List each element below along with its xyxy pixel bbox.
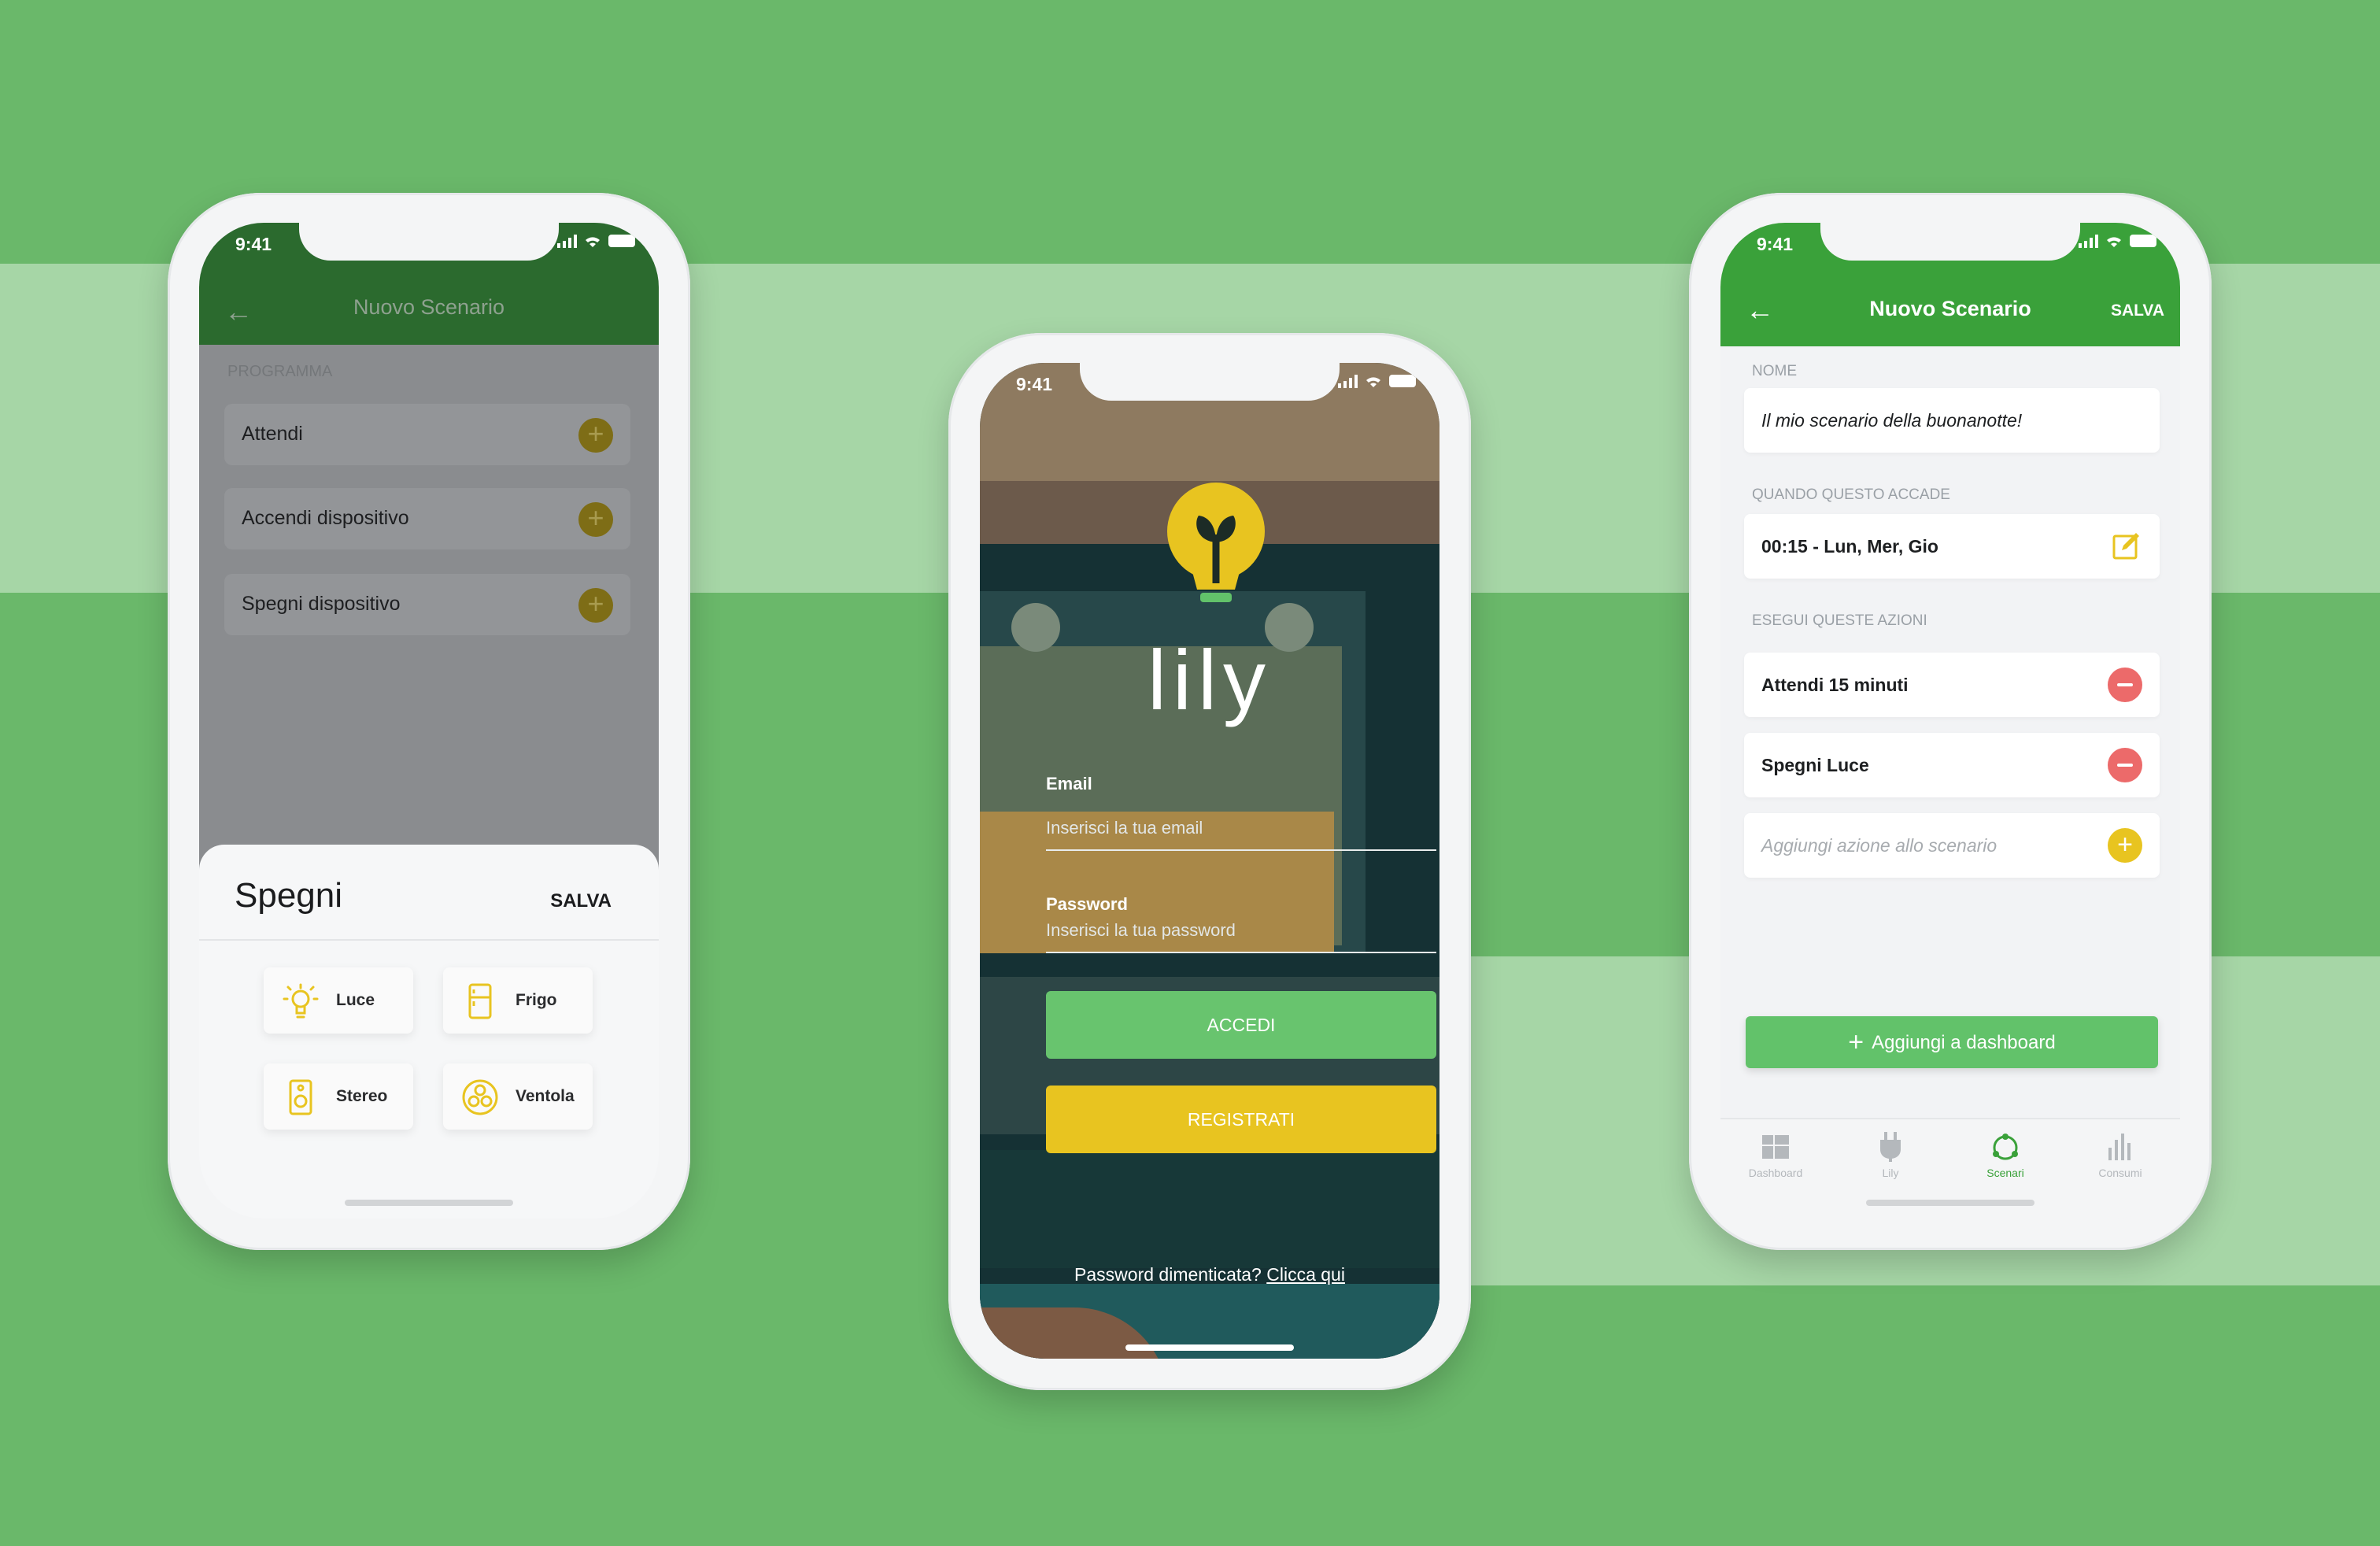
phone-screen: 9:41 ← Nuovo Scenario PROGRAMMA Attendi … — [199, 223, 659, 1219]
device-frigo[interactable]: Frigo — [443, 967, 593, 1034]
signal-icon — [1338, 374, 1358, 388]
program-row-attendi[interactable]: Attendi + — [224, 404, 630, 465]
battery-icon — [1389, 375, 1416, 387]
register-button[interactable]: REGISTRATI — [1046, 1086, 1436, 1153]
section-quando: QUANDO QUESTO ACCADE — [1752, 486, 1950, 503]
action-row[interactable]: Attendi 15 minuti — [1744, 653, 2160, 717]
device-stereo[interactable]: Stereo — [264, 1063, 413, 1130]
phone-screen: 9:41 lily Email Inserisci la tua email P… — [980, 363, 1439, 1359]
program-row-accendi[interactable]: Accendi dispositivo + — [224, 488, 630, 549]
forgot-password-text: Password dimenticata? — [1074, 1264, 1262, 1285]
phone-new-scenario: ← Nuovo Scenario SALVA 9:41 NOME Il mio … — [1689, 193, 2212, 1250]
action-label: Attendi 15 minuti — [1761, 675, 1909, 695]
wifi-icon — [586, 237, 600, 247]
tab-label: Scenari — [1986, 1167, 2024, 1179]
illustration-strip — [980, 1150, 1439, 1268]
section-nome: NOME — [1752, 363, 1797, 379]
tab-scenari[interactable]: Scenari — [1950, 1130, 2060, 1179]
program-row-label: Attendi — [242, 423, 303, 445]
phone-login: 9:41 lily Email Inserisci la tua email P… — [948, 333, 1471, 1390]
password-field[interactable]: Inserisci la tua password — [1046, 920, 1436, 953]
device-ventola[interactable]: Ventola — [443, 1063, 593, 1130]
save-button[interactable]: SALVA — [2111, 301, 2164, 320]
device-label: Stereo — [336, 1087, 388, 1105]
lily-logo-text: lily — [1148, 632, 1272, 727]
plus-icon: + — [1848, 1027, 1864, 1057]
wifi-icon — [1366, 377, 1380, 387]
battery-icon — [2130, 235, 2156, 247]
fan-icon — [462, 1079, 498, 1115]
program-row-label: Accendi dispositivo — [242, 507, 409, 529]
phone-screen: ← Nuovo Scenario SALVA 9:41 NOME Il mio … — [1720, 223, 2180, 1219]
lily-bulb-logo-icon — [1167, 483, 1265, 602]
tab-lily[interactable]: Lily — [1835, 1130, 1946, 1179]
add-icon[interactable]: + — [2108, 828, 2142, 863]
phone-notch — [299, 223, 559, 261]
add-icon[interactable]: + — [578, 418, 613, 453]
login-button[interactable]: ACCEDI — [1046, 991, 1436, 1059]
scenes-icon — [1993, 1134, 2018, 1160]
action-row[interactable]: Spegni Luce — [1744, 733, 2160, 797]
schedule-value: 00:15 - Lun, Mer, Gio — [1761, 536, 1938, 557]
status-time: 9:41 — [235, 234, 272, 254]
device-label: Luce — [336, 991, 375, 1009]
add-icon[interactable]: + — [578, 502, 613, 537]
page-title: Nuovo Scenario — [353, 295, 505, 319]
tab-label: Lily — [1882, 1167, 1899, 1179]
save-button[interactable]: SALVA — [550, 890, 612, 912]
bottom-sheet: Spegni SALVA Luce Frigo Stereo Ventola — [199, 845, 659, 1219]
program-row-label: Spegni dispositivo — [242, 593, 401, 615]
status-time: 9:41 — [1757, 234, 1794, 254]
device-label: Ventola — [516, 1087, 575, 1105]
scenario-name-value: Il mio scenario della buonanotte! — [1761, 410, 2023, 431]
phone-scenario-devices: 9:41 ← Nuovo Scenario PROGRAMMA Attendi … — [168, 193, 690, 1250]
forgot-password: Password dimenticata? Clicca qui — [980, 1264, 1439, 1285]
battery-icon — [608, 235, 635, 247]
device-luce[interactable]: Luce — [264, 967, 413, 1034]
sheet-title: Spegni — [235, 876, 343, 915]
add-action-row[interactable]: Aggiungi azione allo scenario + — [1744, 813, 2160, 878]
divider — [199, 939, 659, 941]
tab-label: Dashboard — [1748, 1167, 1803, 1179]
plug-icon — [1880, 1132, 1901, 1162]
add-action-placeholder: Aggiungi azione allo scenario — [1761, 835, 1998, 856]
email-field[interactable]: Inserisci la tua email — [1046, 818, 1436, 851]
remove-icon[interactable] — [2108, 668, 2142, 702]
forgot-password-link[interactable]: Clicca qui — [1266, 1264, 1345, 1285]
phone-notch — [1820, 223, 2080, 261]
lightbulb-icon — [283, 983, 319, 1019]
speaker-icon — [289, 1079, 312, 1115]
phone-notch — [1080, 363, 1340, 401]
bar-chart-icon — [2108, 1134, 2131, 1160]
device-label: Frigo — [516, 991, 557, 1009]
fridge-icon — [468, 983, 492, 1019]
password-label: Password — [1046, 894, 1128, 914]
action-label: Spegni Luce — [1761, 755, 1869, 775]
tab-consumi[interactable]: Consumi — [2065, 1130, 2175, 1179]
home-indicator[interactable] — [1125, 1344, 1294, 1351]
tab-dashboard[interactable]: Dashboard — [1720, 1130, 1831, 1179]
add-to-dashboard-label: Aggiungi a dashboard — [1872, 1032, 2056, 1053]
scenario-name-field[interactable]: Il mio scenario della buonanotte! — [1744, 388, 2160, 453]
signal-icon — [2079, 234, 2098, 248]
add-to-dashboard-button[interactable]: + Aggiungi a dashboard — [1746, 1016, 2158, 1068]
email-label: Email — [1046, 774, 1092, 793]
dashboard-icon — [1762, 1135, 1789, 1159]
home-indicator[interactable] — [1866, 1200, 2034, 1206]
home-indicator[interactable] — [345, 1200, 513, 1206]
section-programma: PROGRAMMA — [227, 363, 333, 380]
edit-icon[interactable] — [2111, 530, 2142, 561]
section-azioni: ESEGUI QUESTE AZIONI — [1752, 612, 1927, 629]
signal-icon — [557, 234, 577, 248]
schedule-row[interactable]: 00:15 - Lun, Mer, Gio — [1744, 514, 2160, 579]
tab-label: Consumi — [2098, 1167, 2142, 1179]
add-icon[interactable]: + — [578, 588, 613, 623]
status-time: 9:41 — [1016, 374, 1053, 394]
wifi-icon — [2107, 237, 2121, 247]
remove-icon[interactable] — [2108, 748, 2142, 782]
program-row-spegni[interactable]: Spegni dispositivo + — [224, 574, 630, 635]
